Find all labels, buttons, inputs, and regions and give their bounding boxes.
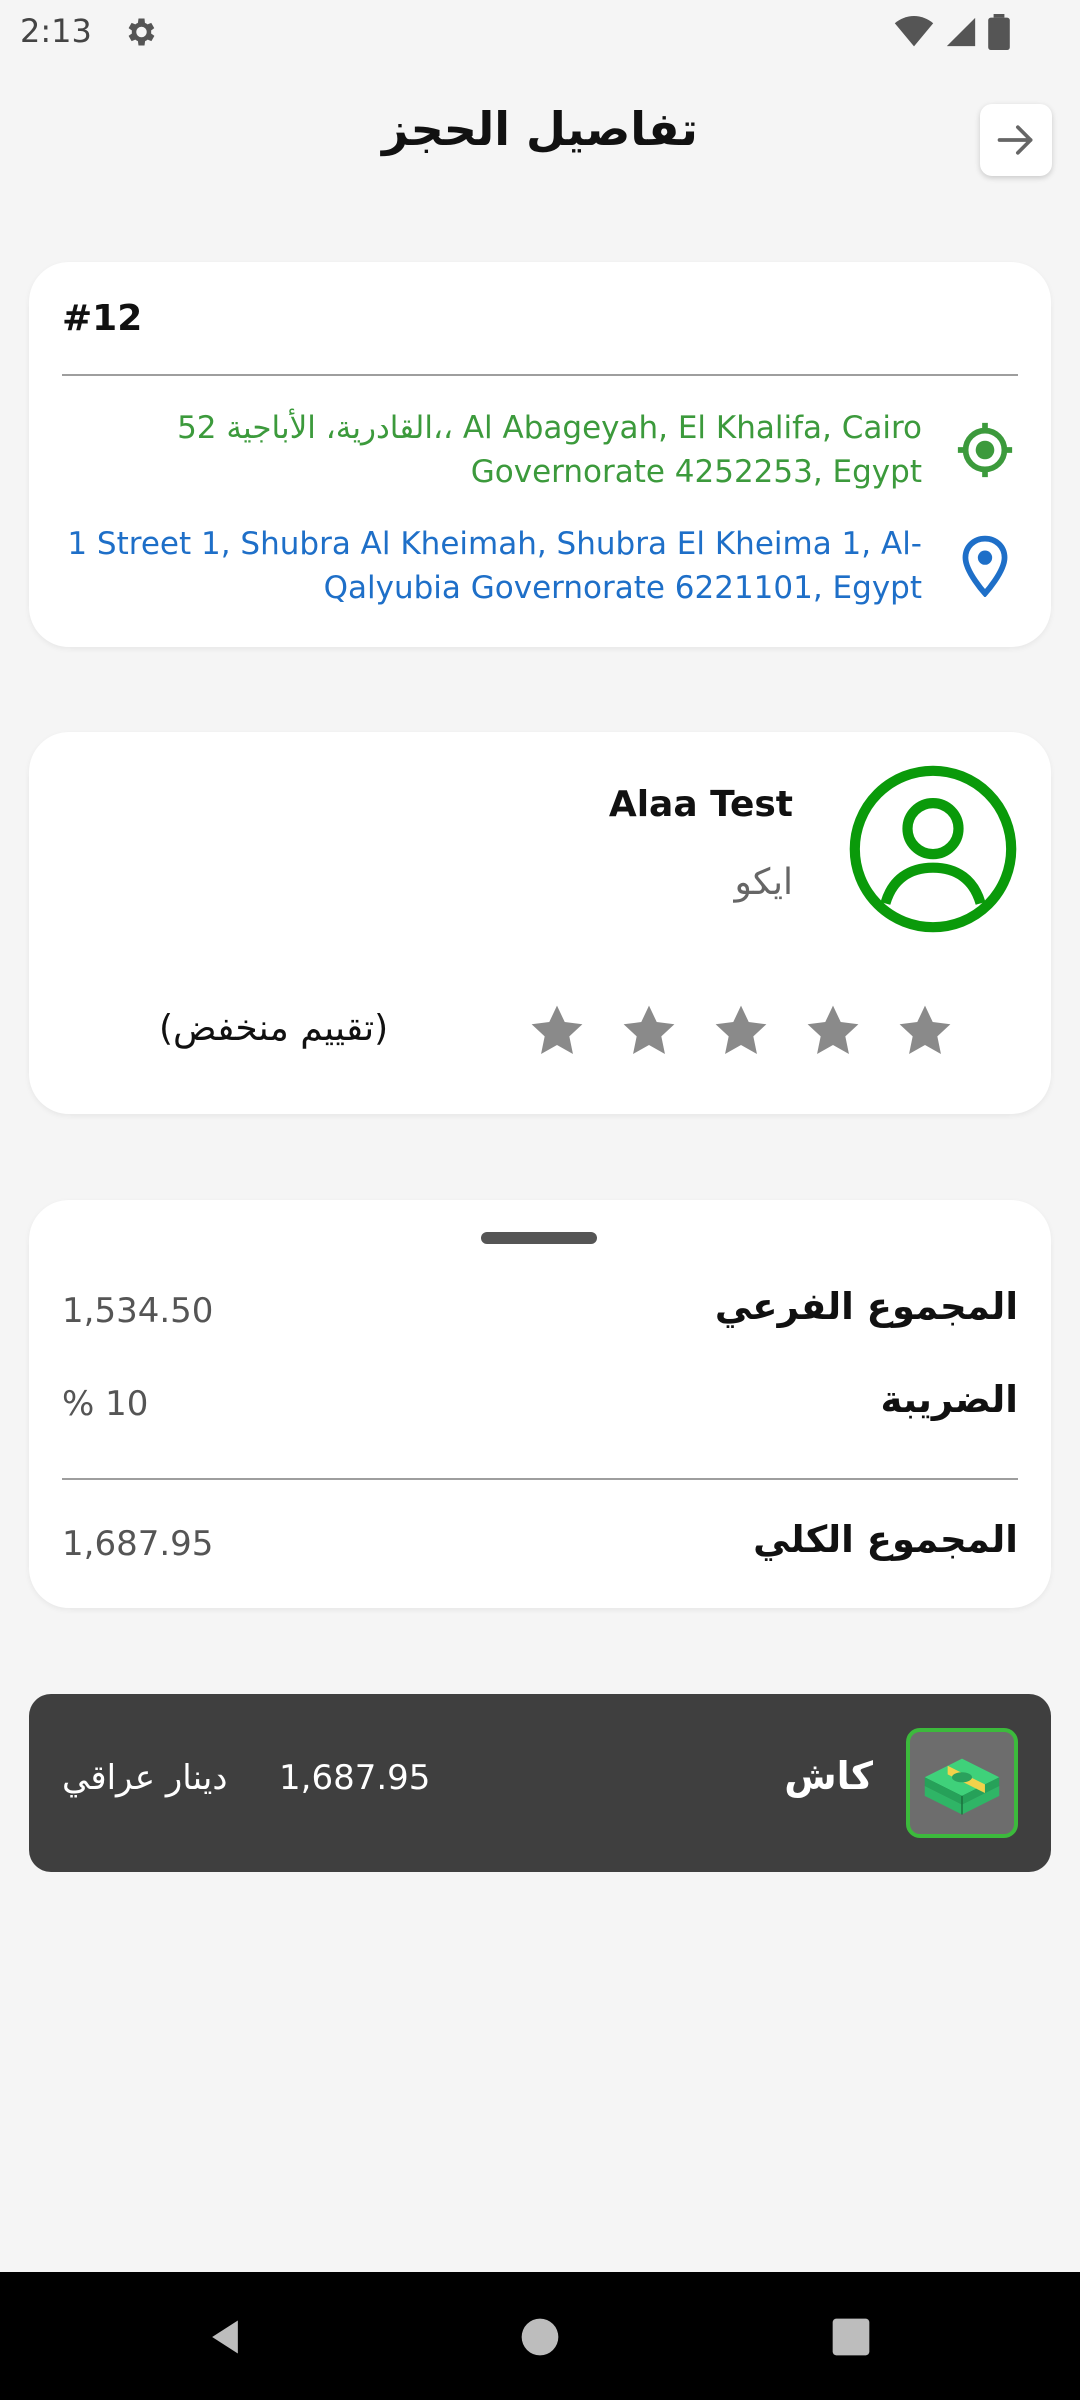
status-time: 2:13 xyxy=(20,12,92,50)
nav-home-button[interactable] xyxy=(515,2312,565,2362)
dropoff-address: 1 Street 1, Shubra Al Kheimah, Shubra El… xyxy=(67,526,922,606)
settings-gear-icon xyxy=(128,18,155,46)
payment-method-label: كاش xyxy=(784,1754,873,1798)
booking-card: #12 52 القادرية، الأباجية،، Al Abageyah,… xyxy=(29,262,1051,647)
signal-icon xyxy=(946,17,976,47)
driver-car: ايكو xyxy=(734,862,794,903)
tax-row: الضريبة % 10 xyxy=(62,1378,1018,1438)
driver-name: Alaa Test xyxy=(608,784,793,825)
avatar-icon xyxy=(849,765,1017,933)
screen: 2:13 تفاصيل الحجز #12 52 القادرية، الأبا… xyxy=(0,0,1080,2400)
payment-amount: 1,687.95 xyxy=(279,1758,431,1798)
header: تفاصيل الحجز xyxy=(0,90,1080,190)
payment-currency: دينار عراقي xyxy=(62,1758,228,1798)
star-icon xyxy=(531,1005,583,1054)
tax-label: الضريبة xyxy=(880,1378,1019,1421)
rating-label: (تقييم منخفض) xyxy=(159,1008,389,1049)
status-bar: 2:13 xyxy=(0,0,1080,64)
wifi-icon xyxy=(894,16,934,47)
price-summary-card: المجموع الفرعي 1,534.50 الضريبة % 10 الم… xyxy=(29,1200,1051,1608)
divider xyxy=(62,1478,1018,1480)
payment-method-bar[interactable]: كاش 1,687.95 دينار عراقي xyxy=(29,1694,1051,1872)
pickup-address-row: 52 القادرية، الأباجية،، Al Abageyah, El … xyxy=(62,406,1018,494)
system-navigation-bar xyxy=(0,2272,1080,2400)
nav-back-button[interactable] xyxy=(200,2312,250,2362)
map-pin-icon xyxy=(952,533,1018,599)
back-button[interactable] xyxy=(980,104,1052,176)
nav-recents-button[interactable] xyxy=(826,2312,876,2362)
back-triangle-icon xyxy=(212,2320,238,2354)
rating-stars xyxy=(474,1002,954,1060)
subtotal-label: المجموع الفرعي xyxy=(714,1285,1018,1328)
pickup-address: 52 القادرية، الأباجية،، Al Abageyah, El … xyxy=(177,410,922,490)
star-icon xyxy=(807,1005,859,1054)
drag-handle[interactable] xyxy=(481,1232,597,1244)
driver-card: Alaa Test ايكو (تقييم منخفض) xyxy=(29,732,1051,1114)
total-row: المجموع الكلي 1,687.95 xyxy=(62,1518,1018,1578)
recents-square-icon xyxy=(832,2318,870,2356)
pickup-location-icon xyxy=(952,417,1018,483)
booking-number: #12 xyxy=(62,298,143,339)
tax-value: % 10 xyxy=(62,1384,149,1424)
arrow-right-icon xyxy=(997,125,1033,155)
cash-icon xyxy=(906,1728,1018,1838)
status-icons xyxy=(894,14,1010,50)
dropoff-address-row: 1 Street 1, Shubra Al Kheimah, Shubra El… xyxy=(62,522,1018,610)
star-icon xyxy=(623,1005,675,1054)
page-title: تفاصيل الحجز xyxy=(382,102,698,156)
divider xyxy=(62,374,1018,376)
battery-icon xyxy=(988,14,1010,50)
home-circle-icon xyxy=(521,2318,559,2356)
total-value: 1,687.95 xyxy=(62,1524,214,1564)
total-label: المجموع الكلي xyxy=(753,1518,1018,1561)
star-icon xyxy=(715,1005,767,1054)
subtotal-row: المجموع الفرعي 1,534.50 xyxy=(62,1285,1018,1345)
subtotal-value: 1,534.50 xyxy=(62,1291,214,1331)
star-icon xyxy=(899,1005,951,1054)
